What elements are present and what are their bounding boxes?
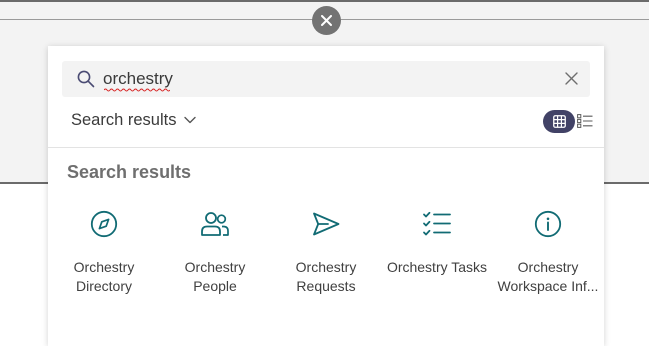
search-scope-label: Search results: [71, 110, 177, 129]
search-panel: Search results Search results: [48, 46, 604, 346]
result-tile-requests[interactable]: Orchestry Requests: [272, 206, 380, 296]
task-list-icon: [423, 211, 451, 236]
spellcheck-underline: [104, 88, 170, 92]
close-search-button[interactable]: [312, 6, 341, 35]
grid-view-toggle[interactable]: [543, 110, 575, 133]
grid-icon: [552, 115, 566, 128]
info-icon: [534, 210, 562, 238]
chevron-down-icon: [184, 116, 197, 124]
result-label: Orchestry Workspace Inf...: [497, 259, 599, 294]
search-box: [62, 61, 590, 97]
result-label: Orchestry People: [184, 259, 246, 294]
search-icon: [77, 70, 95, 88]
send-icon: [313, 212, 340, 236]
section-title: Search results: [67, 162, 192, 182]
result-tile-tasks[interactable]: Orchestry Tasks: [383, 206, 491, 277]
result-tile-people[interactable]: Orchestry People: [161, 206, 269, 296]
result-tile-directory[interactable]: Orchestry Directory: [50, 206, 158, 296]
result-label: Orchestry Directory: [73, 259, 135, 294]
result-label: Orchestry Requests: [295, 259, 357, 294]
result-label: Orchestry Tasks: [386, 259, 488, 275]
clear-search-icon[interactable]: [565, 72, 578, 85]
search-scope-dropdown[interactable]: Search results: [71, 109, 197, 131]
people-icon: [201, 212, 229, 236]
panel-divider: [48, 147, 604, 148]
result-tile-workspace-info[interactable]: Orchestry Workspace Inf...: [494, 206, 602, 296]
list-view-icon[interactable]: [577, 114, 593, 128]
compass-icon: [90, 210, 118, 238]
close-icon: [321, 15, 332, 26]
